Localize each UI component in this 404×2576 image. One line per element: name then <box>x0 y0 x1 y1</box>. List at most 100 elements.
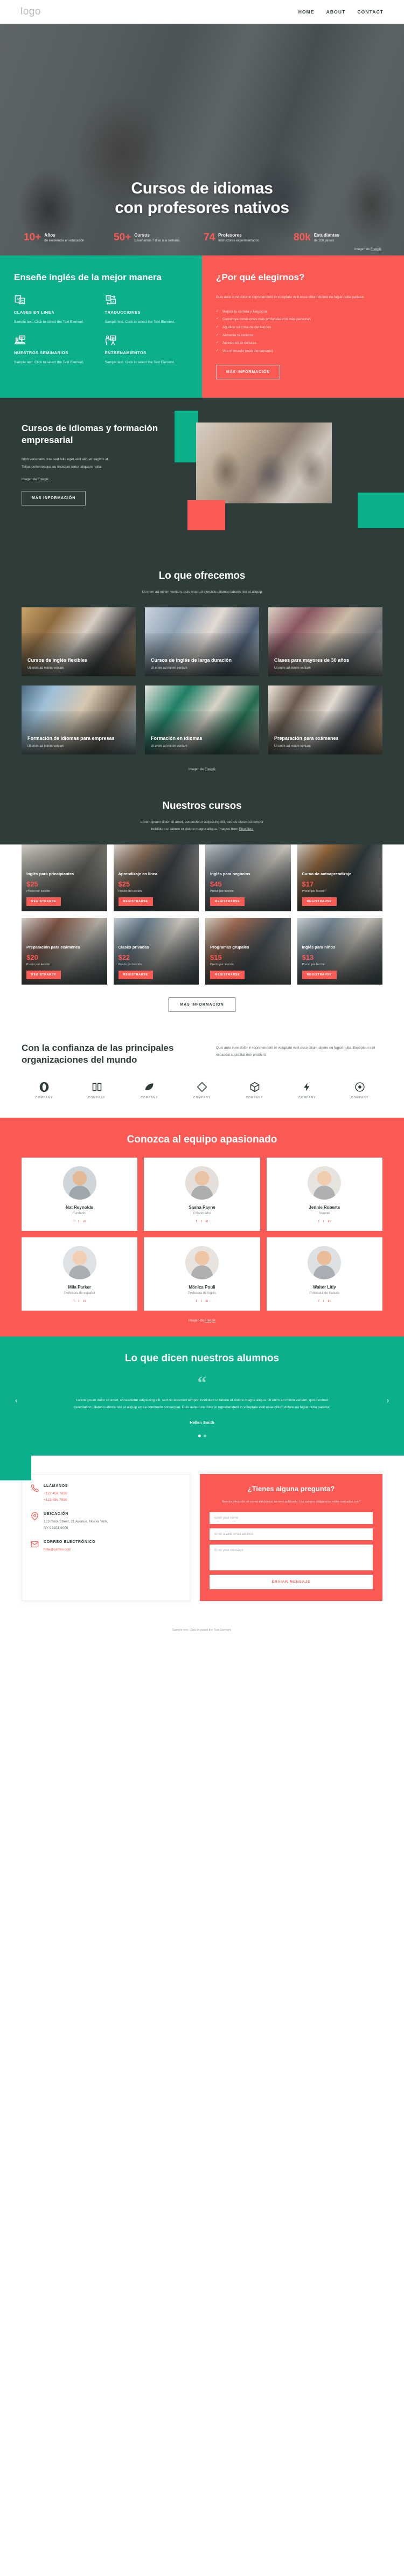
team-member-card[interactable]: Nat Reynolds Fundador f t in <box>22 1157 138 1231</box>
feature-item[interactable]: A文 CLASES EN LINEA Sample text. Click to… <box>14 294 97 326</box>
linkedin-icon[interactable]: in <box>83 1299 86 1303</box>
course-card[interactable]: Programas grupales $15 Precio por lecció… <box>205 917 291 985</box>
team-member-card[interactable]: Mila Parker Profesora de español f t in <box>22 1237 138 1311</box>
feature-item[interactable]: 文A TRADUCCIONES Sample text. Click to se… <box>105 294 189 326</box>
team-member-card[interactable]: Jennie Roberts Gerente f t in <box>266 1157 382 1231</box>
feature-title: TRADUCCIONES <box>105 310 141 315</box>
offer-card[interactable]: Clases para mayores de 30 años Ut enim a… <box>268 607 382 676</box>
course-price-note: Precio por lección <box>118 889 142 893</box>
prev-arrow-icon[interactable]: ‹ <box>12 1396 20 1404</box>
site-footer: Sample text. Click to select the Text El… <box>0 1616 404 1644</box>
avatar <box>308 1245 342 1279</box>
course-card[interactable]: Curso de autoaprendizaje $17 Precio por … <box>297 844 382 911</box>
stat-number: 10+ <box>24 231 41 243</box>
contact-phone-1[interactable]: +123 456 7890 <box>44 1491 68 1497</box>
facebook-icon[interactable]: f <box>73 1299 74 1303</box>
contact-phone-2[interactable]: +123 456 7890 <box>44 1497 68 1504</box>
courses-subtitle-link[interactable]: Pico libre <box>239 827 254 831</box>
nav-item-about[interactable]: ABOUT <box>326 9 346 15</box>
partner-logo[interactable]: COMPANY <box>22 1081 67 1099</box>
course-price-note: Precio por lección <box>118 962 142 966</box>
stat-desc: de excelencia en educación <box>44 239 85 243</box>
email-field[interactable] <box>209 1528 373 1541</box>
team-member-card[interactable]: Sasha Payne Colaborador f t in <box>144 1157 260 1231</box>
course-signup-button[interactable]: REGISTRARSE <box>118 970 153 979</box>
twitter-icon[interactable]: t <box>78 1220 79 1223</box>
partner-logo[interactable]: COMPANY <box>284 1081 330 1099</box>
offer-card[interactable]: Preparación para exámenes Ut enim ad min… <box>268 685 382 754</box>
partner-logo[interactable]: COMPANY <box>232 1081 277 1099</box>
linkedin-icon[interactable]: in <box>205 1220 208 1223</box>
why-more-info-button[interactable]: MÁS INFORMACIÓN <box>216 364 281 379</box>
offer-card-title: Formación de idiomas para empresas <box>27 735 115 741</box>
partner-logo[interactable]: COMPANY <box>179 1081 225 1099</box>
feature-grid: A文 CLASES EN LINEA Sample text. Click to… <box>14 294 188 366</box>
offer-card[interactable]: Cursos de inglés flexibles Ut enim ad mi… <box>22 607 136 676</box>
course-card[interactable]: Aprendizaje en línea $25 Precio por lecc… <box>113 844 199 911</box>
linkedin-icon[interactable]: in <box>83 1220 86 1223</box>
partner-logo[interactable]: COMPANY <box>337 1081 382 1099</box>
course-signup-button[interactable]: REGISTRARSE <box>26 970 61 979</box>
testimonials-title: Lo que dicen nuestros alumnos <box>124 1352 280 1364</box>
business-more-info-button[interactable]: MÁS INFORMACIÓN <box>22 491 86 506</box>
course-signup-button[interactable]: REGISTRARSE <box>302 897 337 906</box>
twitter-icon[interactable]: t <box>323 1299 324 1303</box>
course-price-note: Precio por lección <box>302 889 326 893</box>
feature-item[interactable]: ENTRENAMIENTOS Sample text. Click to sel… <box>105 335 189 366</box>
facebook-icon[interactable]: f <box>318 1299 319 1303</box>
course-signup-button[interactable]: REGISTRARSE <box>118 897 153 906</box>
member-role: Profesora de francés <box>309 1291 340 1295</box>
send-message-button[interactable]: ENVIAR MENSAJE <box>209 1575 373 1590</box>
offer-card[interactable]: Formación en idiomas Ut enim ad minim ve… <box>145 685 259 754</box>
envelope-icon <box>31 1540 39 1548</box>
team-member-card[interactable]: Walter Litly Profesora de francés f t in <box>266 1237 382 1311</box>
course-signup-button[interactable]: REGISTRARSE <box>302 970 337 979</box>
avatar <box>62 1245 96 1279</box>
name-field[interactable] <box>209 1512 373 1525</box>
partner-logo[interactable]: COMPANY <box>127 1081 172 1099</box>
red-accent-shape <box>187 500 226 530</box>
twitter-icon[interactable]: t <box>323 1220 324 1223</box>
team-member-card[interactable]: Mónica Pouli Profesora de inglés f t in <box>144 1237 260 1311</box>
offers-subtitle: Ut enim ad minim veniam, quis nostrud ej… <box>142 590 262 594</box>
business-paragraph-1: Nibh venenatis cras sed felis eget velit… <box>22 457 109 461</box>
courses-more-info-button[interactable]: MÁS INFORMACIÓN <box>169 997 235 1012</box>
carousel-dot[interactable] <box>203 1434 206 1437</box>
linkedin-icon[interactable]: in <box>328 1299 331 1303</box>
nav-item-contact[interactable]: CONTACT <box>357 9 384 15</box>
feature-item[interactable]: NUESTROS SEMINARIOS Sample text. Click t… <box>14 335 97 366</box>
facebook-icon[interactable]: f <box>318 1220 319 1223</box>
course-card[interactable]: Inglés para negocios $45 Precio por lecc… <box>205 844 291 911</box>
offer-card[interactable]: Formación de idiomas para empresas Ut en… <box>22 685 136 754</box>
contact-email[interactable]: hola@centro.com <box>44 1547 95 1553</box>
offer-card[interactable]: Cursos de inglés de larga duración Ut en… <box>145 607 259 676</box>
credit-link[interactable]: Freepik <box>205 1319 215 1322</box>
twitter-icon[interactable]: t <box>200 1299 201 1303</box>
course-card[interactable]: Clases privadas $22 Precio por lección R… <box>113 917 199 985</box>
twitter-icon[interactable]: t <box>78 1299 79 1303</box>
course-signup-button[interactable]: REGISTRARSE <box>210 897 245 906</box>
offer-card-title: Formación en idiomas <box>151 735 203 741</box>
partner-logo[interactable]: COMPANY <box>74 1081 120 1099</box>
facebook-icon[interactable]: f <box>196 1299 197 1303</box>
course-card[interactable]: Inglés para niños $13 Precio por lección… <box>297 917 382 985</box>
course-card[interactable]: Inglés para principiantes $25 Precio por… <box>22 844 107 911</box>
linkedin-icon[interactable]: in <box>328 1220 331 1223</box>
hero-stats: 10+ Años de excelencia en educación 50+ … <box>22 232 382 246</box>
facebook-icon[interactable]: f <box>73 1220 74 1223</box>
hero-image-credit: Imagen de Freepik <box>354 248 381 251</box>
carousel-dot[interactable] <box>198 1434 201 1437</box>
nav-item-home[interactable]: HOME <box>298 9 315 15</box>
message-field[interactable] <box>209 1545 373 1571</box>
twitter-icon[interactable]: t <box>200 1220 201 1223</box>
course-signup-button[interactable]: REGISTRARSE <box>210 970 245 979</box>
credit-link[interactable]: Freepik <box>38 478 48 481</box>
credit-link[interactable]: Freepik <box>371 248 381 251</box>
next-arrow-icon[interactable]: › <box>384 1396 392 1404</box>
linkedin-icon[interactable]: in <box>205 1299 208 1303</box>
credit-link[interactable]: Freepik <box>205 768 215 771</box>
facebook-icon[interactable]: f <box>196 1220 197 1223</box>
course-card[interactable]: Preparación para exámenes $20 Precio por… <box>22 917 107 985</box>
course-signup-button[interactable]: REGISTRARSE <box>26 897 61 906</box>
site-logo[interactable]: logo <box>20 6 41 18</box>
